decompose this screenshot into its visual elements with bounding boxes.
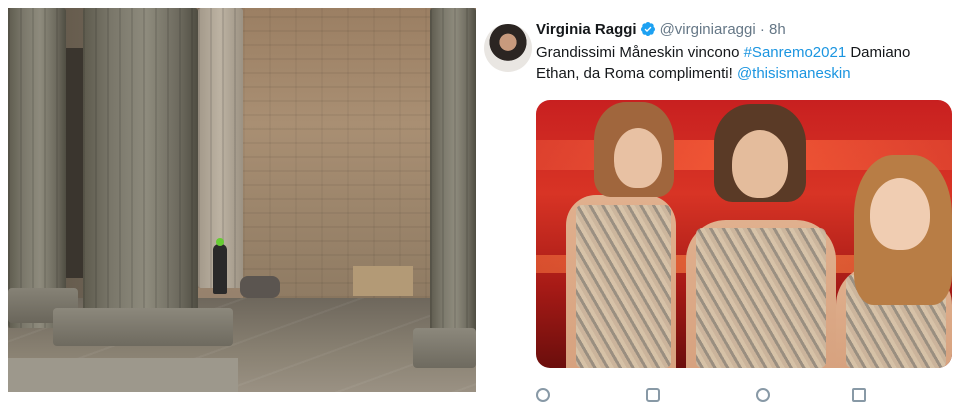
- separator: ·: [759, 21, 765, 38]
- standing-person: [213, 244, 227, 294]
- hashtag-link[interactable]: #Sanremo2021: [744, 44, 847, 61]
- embroidered-vest: [696, 228, 826, 368]
- back-wall: [243, 8, 448, 298]
- tweet-photo[interactable]: [536, 100, 952, 368]
- plinth: [8, 358, 238, 392]
- column-right: [430, 8, 476, 353]
- face-right: [870, 178, 930, 250]
- seated-people: [240, 276, 280, 298]
- cardboard-boxes: [353, 266, 413, 296]
- author-name[interactable]: Virginia Raggi: [536, 21, 637, 38]
- face-left: [614, 128, 662, 188]
- tweet-text: Grandissimi Måneskin vincono #Sanremo202…: [536, 42, 952, 84]
- tweet-text-part: Grandissimi Måneskin vincono: [536, 44, 744, 61]
- face-center: [732, 130, 788, 198]
- verified-badge-icon: [640, 22, 655, 36]
- mention-link[interactable]: @thisismaneskin: [737, 65, 851, 82]
- tweet-actions: [536, 388, 866, 402]
- person-green-cap: [216, 238, 224, 246]
- column-left: [8, 8, 66, 328]
- tweet-time[interactable]: 8h: [769, 21, 786, 38]
- tweet-card[interactable]: Virginia Raggi @virginiaraggi · 8h Grandi…: [484, 8, 960, 402]
- column-base-front: [53, 308, 233, 346]
- pantheon-photo: [8, 8, 476, 392]
- avatar[interactable]: [484, 24, 532, 72]
- column-base-right: [413, 328, 476, 368]
- author-handle[interactable]: @virginiaraggi: [660, 21, 756, 38]
- embroidered-vest: [576, 205, 671, 368]
- tweet-header: Virginia Raggi @virginiaraggi · 8h: [536, 20, 786, 40]
- column-front: [83, 8, 198, 343]
